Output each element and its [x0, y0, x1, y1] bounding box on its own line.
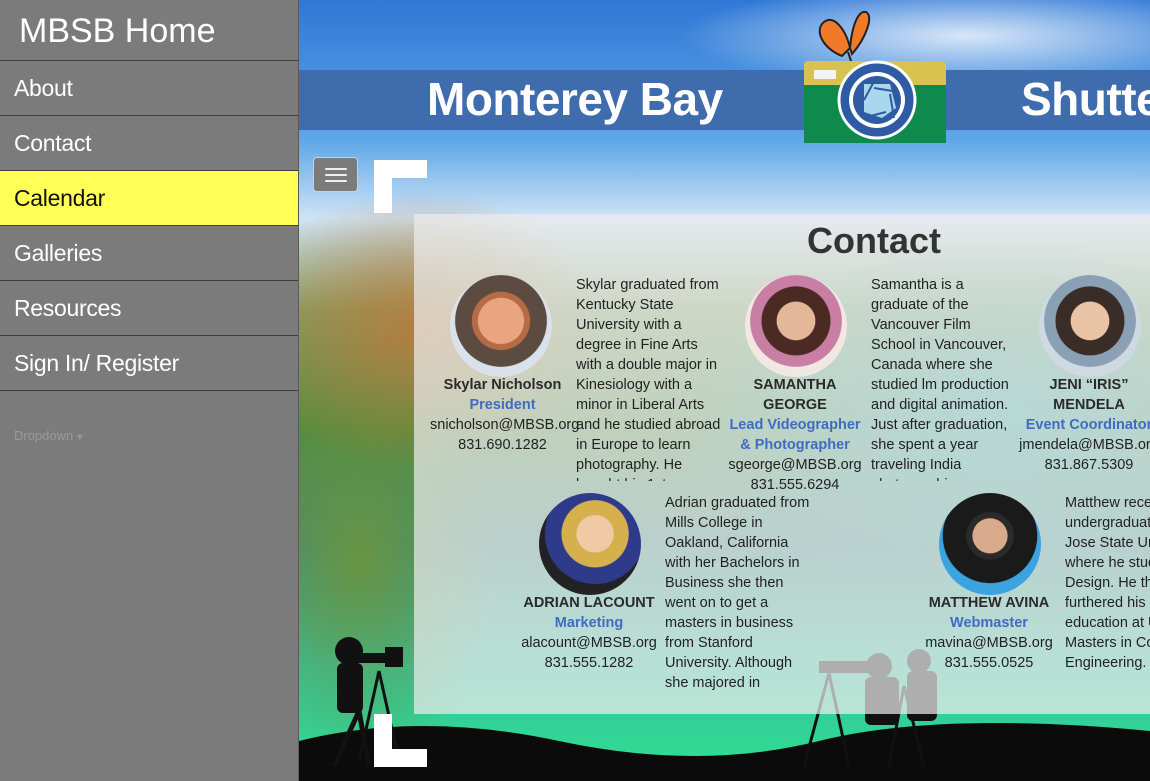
- member-phone: 831.555.0525: [944, 655, 1034, 671]
- hamburger-icon-bar: [325, 174, 347, 176]
- sidebar-item-resources[interactable]: Resources: [0, 281, 298, 336]
- member-role: Event Coordinator: [1025, 417, 1150, 433]
- caret-down-icon: ▼: [75, 432, 85, 442]
- member-email: alacount@MBSB.org: [521, 635, 657, 651]
- main-content: Monterey Bay Shutte Contact Skylar Nicho…: [299, 0, 1150, 781]
- avatar-samantha-george: [745, 275, 847, 377]
- site-title-left: Monterey Bay: [427, 73, 723, 125]
- member-name: JENI “IRIS” MENDELA: [1049, 377, 1129, 413]
- member-card: SAMANTHA GEORGE Lead Videographer & Phot…: [725, 375, 865, 495]
- member-phone: 831.555.6294: [750, 477, 840, 493]
- camera-butterfly-logo-icon[interactable]: [804, 8, 946, 144]
- member-role: Lead Videographer & Photographer: [729, 417, 861, 453]
- member-card: ADRIAN LACOUNT Marketing alacount@MBSB.o…: [519, 593, 659, 673]
- frame-corner-top-left: [374, 160, 427, 213]
- contact-panel: Contact Skylar Nicholson President snich…: [414, 214, 1150, 714]
- sidebar-item-sign-in-register[interactable]: Sign In/ Register: [0, 336, 298, 391]
- dropdown-label: Dropdown: [14, 428, 74, 443]
- sidebar-item-galleries[interactable]: Galleries: [0, 226, 298, 281]
- sidebar-item-contact[interactable]: Contact: [0, 116, 298, 171]
- member-name: SAMANTHA GEORGE: [753, 377, 837, 413]
- sidebar-item-about[interactable]: About: [0, 61, 298, 116]
- avatar-matthew-avina: [939, 493, 1041, 595]
- member-phone: 831.555.1282: [544, 655, 634, 671]
- member-email: mavina@MBSB.org: [925, 635, 1053, 651]
- member-phone: 831.690.1282: [458, 437, 547, 453]
- hamburger-icon-bar: [325, 180, 347, 182]
- member-name: Skylar Nicholson: [443, 377, 562, 393]
- brand-link[interactable]: MBSB Home: [0, 0, 298, 61]
- avatar-adrian-lacount: [539, 493, 641, 595]
- avatar-skylar-nicholson: [450, 275, 552, 377]
- member-role: Marketing: [554, 615, 624, 631]
- avatar-jeni-mendela: [1039, 275, 1141, 377]
- sidebar: MBSB Home About Contact Calendar Galleri…: [0, 0, 299, 781]
- member-card: JENI “IRIS” MENDELA Event Coordinator jm…: [1019, 375, 1150, 475]
- member-email: sgeorge@MBSB.org: [728, 457, 862, 473]
- member-name: ADRIAN LACOUNT: [523, 595, 655, 611]
- hamburger-icon: [325, 168, 347, 170]
- page-title: Contact: [807, 220, 941, 261]
- member-role: President: [469, 397, 536, 413]
- member-bio: Samantha is a graduate of the Vancouver …: [871, 277, 1009, 481]
- sidebar-item-calendar[interactable]: Calendar: [0, 171, 298, 226]
- member-phone: 831.867.5309: [1044, 457, 1134, 473]
- member-name: MATTHEW AVINA: [928, 595, 1050, 611]
- site-title-right: Shutte: [1021, 73, 1150, 125]
- menu-toggle-button[interactable]: [313, 157, 358, 192]
- member-bio: Adrian graduated from Mills College in O…: [665, 495, 810, 691]
- member-email: snicholson@MBSB.org: [430, 417, 580, 433]
- member-email: jmendela@MBSB.org: [1019, 437, 1150, 453]
- member-card: Skylar Nicholson President snicholson@MB…: [430, 375, 580, 455]
- member-role: Webmaster: [950, 615, 1028, 631]
- member-bio: Matthew received his undergraduate at Sa…: [1065, 495, 1150, 671]
- member-card: MATTHEW AVINA Webmaster mavina@MBSB.org …: [919, 593, 1059, 673]
- member-bio: Skylar graduated from Kentucky State Uni…: [576, 277, 721, 481]
- dropdown-toggle[interactable]: Dropdown ▼: [14, 428, 84, 443]
- frame-corner-bottom-left: [374, 714, 427, 767]
